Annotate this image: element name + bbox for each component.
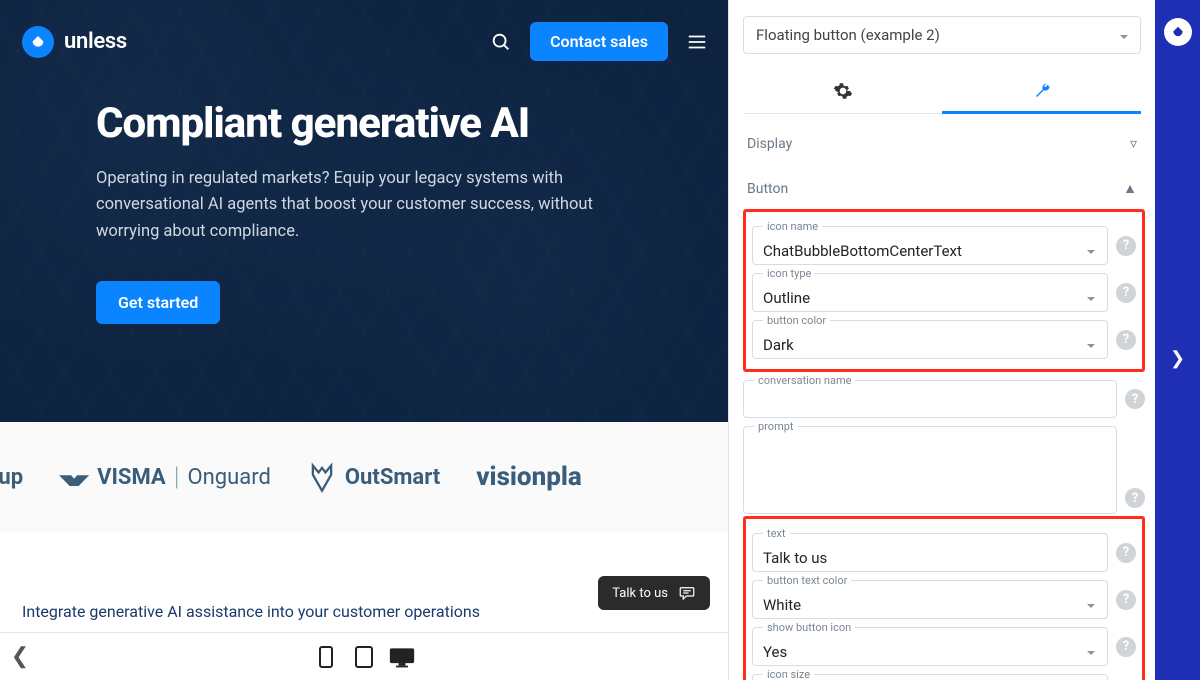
logo-label: VISMA <box>97 465 166 490</box>
help-icon[interactable]: ? <box>1116 543 1136 563</box>
chat-bubble-icon <box>678 584 696 602</box>
brand-logo-icon <box>22 26 54 58</box>
preview-topbar: unless Contact sales <box>0 0 728 71</box>
chevron-up-icon: ▲ <box>1123 180 1137 197</box>
field-label: show button icon <box>763 621 855 634</box>
integrate-heading: Integrate generative AI assistance into … <box>22 602 480 621</box>
logo-item: VISMA | Onguard <box>59 462 271 492</box>
tab-settings[interactable] <box>743 68 942 114</box>
hero-title: Compliant generative AI <box>96 99 698 148</box>
help-icon[interactable]: ? <box>1125 488 1145 508</box>
device-phone-icon[interactable] <box>313 644 339 670</box>
floating-talk-button[interactable]: Talk to us <box>598 576 710 610</box>
section-button[interactable]: Button ▲ <box>743 164 1145 209</box>
device-tablet-icon[interactable] <box>351 644 377 670</box>
icon-size-field[interactable]: icon size Md <box>752 674 1108 680</box>
field-label: icon name <box>763 220 822 233</box>
section-title: Display <box>747 136 792 152</box>
highlight-group-2: text Talk to us ? button text color Whit… <box>743 516 1145 680</box>
logo-item: oup <box>0 465 23 490</box>
example-selector[interactable]: Floating button (example 2) <box>743 16 1141 54</box>
right-rail: ❯ <box>1155 0 1200 680</box>
chevron-down-icon: ▿ <box>1130 136 1137 152</box>
rail-expand-icon[interactable]: ❯ <box>1170 348 1185 369</box>
preview-pane: unless Contact sales Compliant generativ… <box>0 0 728 680</box>
search-icon[interactable] <box>490 31 512 53</box>
field-value: ChatBubbleBottomCenterText <box>763 242 962 260</box>
editor-sections: Display ▿ Button ▲ icon name ChatBubbleB… <box>729 114 1155 680</box>
field-label: conversation name <box>754 374 855 387</box>
hero-content: Compliant generative AI Operating in reg… <box>0 71 728 324</box>
highlight-group-1: icon name ChatBubbleBottomCenterText ? i… <box>743 209 1145 372</box>
icon-name-field[interactable]: icon name ChatBubbleBottomCenterText <box>752 226 1108 265</box>
chevron-down-icon <box>1085 644 1097 663</box>
get-started-button[interactable]: Get started <box>96 281 220 324</box>
chevron-down-icon <box>1085 597 1097 616</box>
chevron-down-icon <box>1118 29 1130 47</box>
prompt-field[interactable]: prompt <box>743 426 1117 514</box>
device-desktop-icon[interactable] <box>389 644 415 670</box>
field-value: Yes <box>763 643 787 661</box>
field-value: Outline <box>763 289 810 307</box>
preview-below-fold: Integrate generative AI assistance into … <box>0 532 728 680</box>
hamburger-menu-icon[interactable] <box>686 31 708 53</box>
text-field[interactable]: text Talk to us <box>752 533 1108 572</box>
help-icon[interactable]: ? <box>1125 389 1145 409</box>
rail-logo-icon[interactable] <box>1164 18 1192 46</box>
show-button-icon-field[interactable]: show button icon Yes <box>752 627 1108 666</box>
outsmart-icon <box>307 461 337 493</box>
tab-design[interactable] <box>942 68 1141 114</box>
field-label: button text color <box>763 574 851 587</box>
wrench-icon <box>1032 81 1052 101</box>
hero-section: unless Contact sales Compliant generativ… <box>0 0 728 422</box>
logo-label: Onguard <box>187 465 270 490</box>
help-icon[interactable]: ? <box>1116 283 1136 303</box>
logo-item: visionpla <box>476 462 581 492</box>
contact-sales-button[interactable]: Contact sales <box>530 22 668 61</box>
field-label: prompt <box>754 420 798 433</box>
editor-mode-tabs <box>743 68 1141 114</box>
chevron-down-icon <box>1085 337 1097 356</box>
field-value: Dark <box>763 336 794 354</box>
help-icon[interactable]: ? <box>1116 590 1136 610</box>
logo-label: visionpla <box>476 462 581 492</box>
logos-strip: oup VISMA | Onguard OutSmart visionpla <box>0 422 728 532</box>
field-value: White <box>763 596 801 614</box>
help-icon[interactable]: ? <box>1116 236 1136 256</box>
logo-item: OutSmart <box>307 461 440 493</box>
field-label: text <box>763 527 790 540</box>
gear-icon <box>833 81 853 101</box>
brand-name: unless <box>64 29 127 54</box>
button-text-color-field[interactable]: button text color White <box>752 580 1108 619</box>
section-title: Button <box>747 181 788 197</box>
preview-footer-bar: ❮ <box>0 632 728 680</box>
help-icon[interactable]: ? <box>1116 637 1136 657</box>
example-selector-value: Floating button (example 2) <box>756 26 940 44</box>
conversation-name-field[interactable]: conversation name <box>743 380 1117 418</box>
visma-icon <box>59 468 89 486</box>
device-switcher <box>313 644 415 670</box>
separator: | <box>174 462 180 492</box>
hero-subtitle: Operating in regulated markets? Equip yo… <box>96 166 616 245</box>
chevron-down-icon <box>1085 290 1097 309</box>
field-value: Talk to us <box>763 549 827 567</box>
field-label: icon size <box>763 668 814 680</box>
back-chevron-icon[interactable]: ❮ <box>0 644 40 669</box>
field-label: icon type <box>763 267 815 280</box>
chevron-down-icon <box>1085 243 1097 262</box>
section-display[interactable]: Display ▿ <box>743 120 1145 164</box>
button-color-field[interactable]: button color Dark <box>752 320 1108 359</box>
editor-pane: Floating button (example 2) Display ▿ Bu… <box>728 0 1155 680</box>
brand-logo[interactable]: unless <box>22 26 127 58</box>
talk-button-label: Talk to us <box>612 586 668 601</box>
help-icon[interactable]: ? <box>1116 330 1136 350</box>
field-label: button color <box>763 314 830 327</box>
icon-type-field[interactable]: icon type Outline <box>752 273 1108 312</box>
logo-label: OutSmart <box>345 465 440 490</box>
